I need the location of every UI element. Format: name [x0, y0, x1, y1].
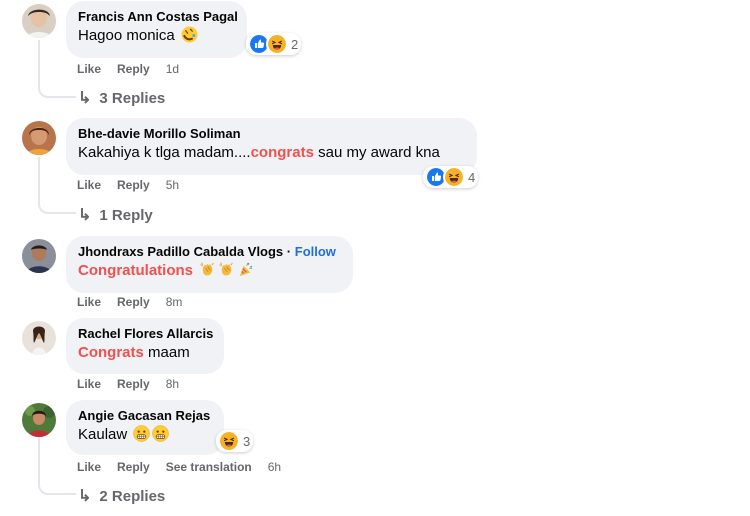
reaction-count: 3 — [243, 433, 251, 449]
like-button[interactable]: Like — [77, 178, 101, 192]
avatar[interactable] — [22, 403, 56, 437]
replies-count: 3 Replies — [99, 89, 166, 107]
highlighted-word[interactable]: congrats — [251, 144, 314, 161]
like-button[interactable]: Like — [77, 62, 101, 76]
reaction-count: 2 — [291, 36, 299, 52]
thread-line — [38, 437, 40, 481]
comment-actions: Like Reply See translation 6h — [77, 460, 281, 474]
comment-text-content: Hagoo monica — [78, 27, 175, 44]
comment-timestamp[interactable]: 8h — [166, 377, 179, 391]
comment-text-content: maam — [143, 344, 190, 361]
comment-author[interactable]: Angie Gacasan Rejas — [78, 408, 212, 424]
reaction-count: 4 — [468, 169, 476, 185]
reply-arrow-icon: ↳ — [78, 207, 92, 224]
clapping-hands-emoji — [218, 261, 235, 278]
comment-timestamp[interactable]: 8m — [166, 295, 183, 309]
follow-button[interactable]: Follow — [295, 244, 336, 259]
comment-author[interactable]: Rachel Flores Allarcis — [78, 326, 213, 342]
comment-text: Congrats maam — [78, 343, 212, 363]
comment-timestamp[interactable]: 1d — [166, 62, 179, 76]
thread-line — [38, 40, 40, 84]
highlighted-word[interactable]: Congrats — [78, 344, 144, 361]
like-button[interactable]: Like — [77, 460, 101, 474]
grimacing-emoji — [152, 425, 169, 442]
comment-text-content: Kakahiya k tlga madam.... — [78, 144, 251, 161]
reaction-summary[interactable]: 4 — [423, 166, 479, 188]
avatar[interactable] — [22, 121, 56, 155]
comment-text-content: sau my award kna — [313, 144, 440, 161]
comment-actions: Like Reply 5h — [77, 178, 179, 192]
see-translation-link[interactable]: See translation — [166, 460, 252, 474]
comment-bubble: Rachel Flores Allarcis Congrats maam — [66, 318, 224, 374]
avatar[interactable] — [22, 4, 56, 38]
comment-author[interactable]: Francis Ann Costas Pagal — [78, 9, 238, 25]
view-replies-button[interactable]: ↳ 3 Replies — [78, 88, 165, 108]
avatar[interactable] — [22, 239, 56, 273]
replies-count: 1 Reply — [99, 206, 153, 224]
view-replies-button[interactable]: ↳ 1 Reply — [78, 205, 153, 225]
reply-button[interactable]: Reply — [117, 377, 150, 391]
comment-actions: Like Reply 8m — [77, 295, 182, 309]
thread-connector — [38, 84, 76, 98]
haha-icon — [443, 166, 465, 188]
reaction-summary[interactable]: 3 — [216, 430, 254, 452]
reply-arrow-icon: ↳ — [78, 488, 92, 505]
reply-button[interactable]: Reply — [117, 295, 150, 309]
highlighted-word[interactable]: Congratulations — [78, 262, 193, 279]
comment-author-row: Jhondraxs Padillo Cabalda Vlogs · Follow — [78, 244, 341, 260]
comment-author[interactable]: Bhe-davie Morillo Soliman — [78, 126, 465, 142]
comment-actions: Like Reply 1d — [77, 62, 179, 76]
thread-line — [38, 157, 40, 200]
comment-bubble: Jhondraxs Padillo Cabalda Vlogs · Follow… — [66, 236, 353, 293]
comment-bubble: Angie Gacasan Rejas Kaulaw — [66, 400, 224, 455]
haha-icon — [218, 430, 240, 452]
like-button[interactable]: Like — [77, 295, 101, 309]
haha-icon — [266, 33, 288, 55]
reply-arrow-icon: ↳ — [78, 90, 92, 107]
comment-text: Hagoo monica — [78, 26, 235, 46]
comment-timestamp[interactable]: 6h — [268, 460, 281, 474]
avatar[interactable] — [22, 321, 56, 355]
reaction-summary[interactable]: 2 — [246, 33, 302, 55]
reply-button[interactable]: Reply — [117, 62, 150, 76]
thread-connector — [38, 200, 76, 214]
comment-actions: Like Reply 8h — [77, 377, 179, 391]
comment-author[interactable]: Jhondraxs Padillo Cabalda Vlogs — [78, 244, 283, 259]
thread-connector — [38, 481, 76, 495]
grimacing-emoji — [133, 425, 150, 442]
comment-bubble: Bhe-davie Morillo Soliman Kakahiya k tlg… — [66, 118, 477, 175]
reply-button[interactable]: Reply — [117, 178, 150, 192]
view-replies-button[interactable]: ↳ 2 Replies — [78, 486, 165, 506]
clapping-hands-emoji — [199, 261, 216, 278]
rolling-laughing-emoji — [181, 26, 198, 43]
comment-bubble: Francis Ann Costas Pagal Hagoo monica — [66, 1, 247, 58]
comment-text: Kaulaw — [78, 425, 212, 445]
party-popper-emoji — [237, 261, 254, 278]
replies-count: 2 Replies — [99, 487, 166, 505]
reply-button[interactable]: Reply — [117, 460, 150, 474]
separator: · — [286, 244, 292, 259]
comment-text: Kakahiya k tlga madam....congrats sau my… — [78, 143, 465, 163]
comment-text-content: Kaulaw — [78, 426, 128, 443]
comment-timestamp[interactable]: 5h — [166, 178, 179, 192]
like-button[interactable]: Like — [77, 377, 101, 391]
comment-text: Congratulations — [78, 261, 341, 281]
